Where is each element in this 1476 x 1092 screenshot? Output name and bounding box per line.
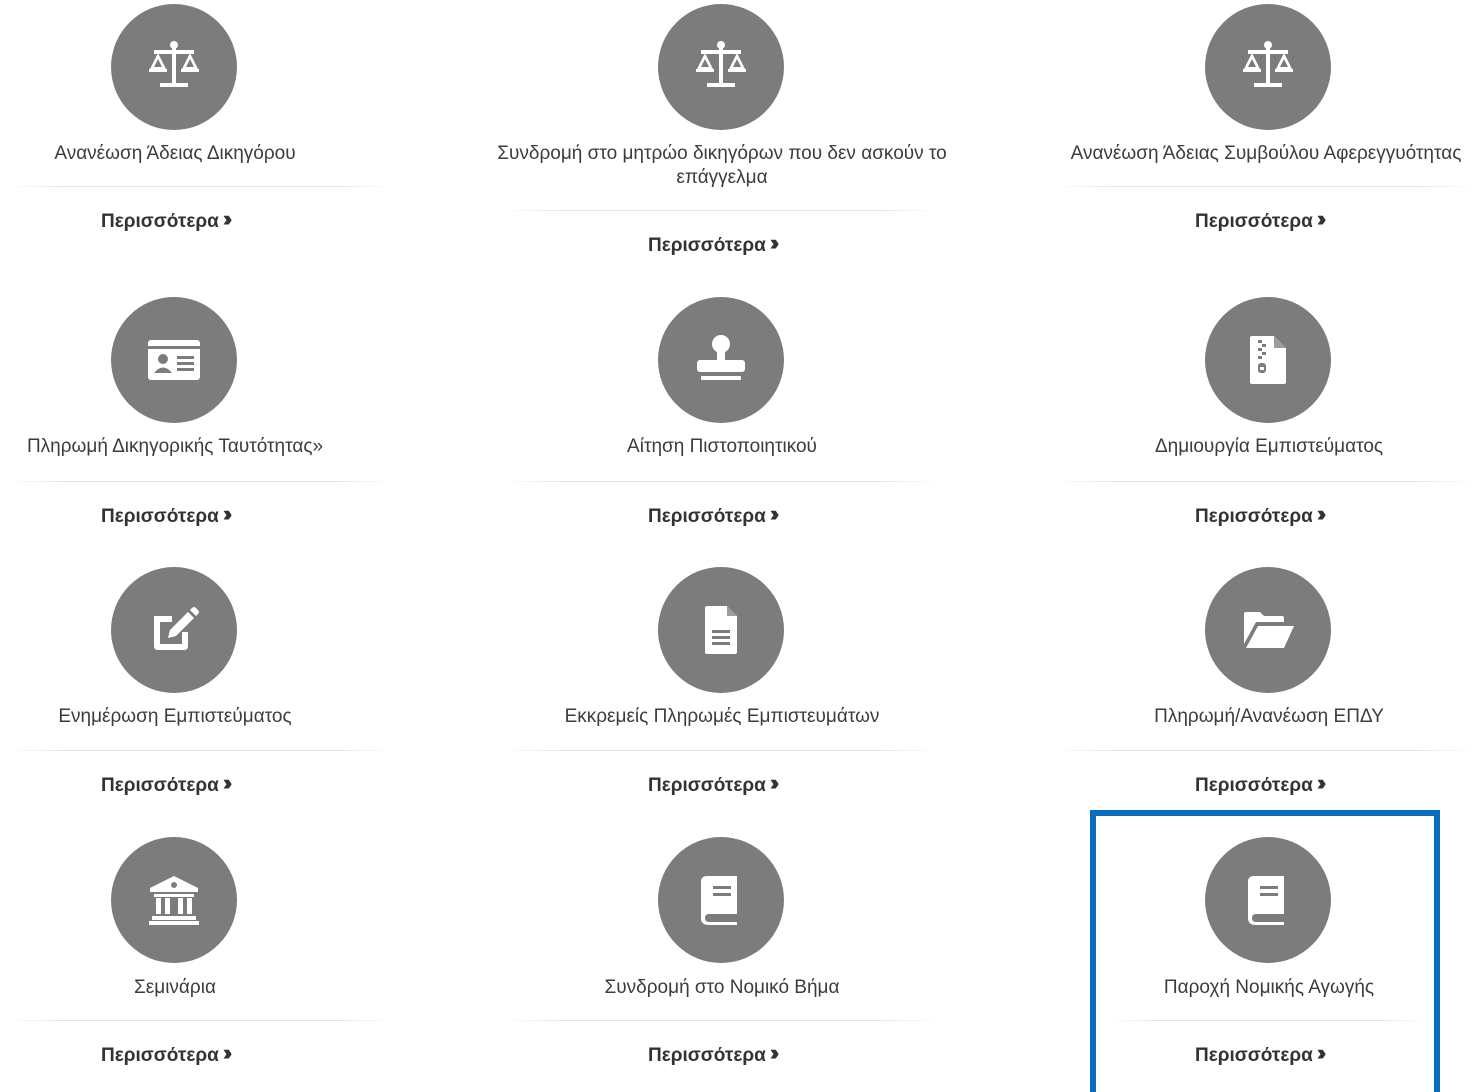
divider [504,210,940,211]
scale-icon[interactable] [111,4,237,130]
service-title: Συνδρομή στο Νομικό Βήμα [604,977,840,998]
double-chevron-right-icon: ›› [769,770,779,795]
double-chevron-right-icon: ›› [769,230,779,255]
service-title: Πληρωμή Δικηγορικής Ταυτότητας» [26,436,324,457]
more-link[interactable]: Περισσότερα ›› [648,230,779,257]
double-chevron-right-icon: ›› [222,770,232,795]
service-title: Πληρωμή/Ανανέωση ΕΠΔΥ [1154,706,1384,727]
more-link[interactable]: Περισσότερα ›› [648,501,779,528]
divider [8,186,392,187]
divider [504,750,940,751]
file-lines-icon[interactable] [658,567,784,693]
service-title: Αίτηση Πιστοποιητικού [627,436,817,457]
more-link[interactable]: Περισσότερα ›› [101,206,232,233]
folder-open-icon[interactable] [1205,567,1331,693]
divider [1056,481,1476,482]
double-chevron-right-icon: ›› [1316,770,1326,795]
divider [1056,750,1476,751]
double-chevron-right-icon: ›› [1316,206,1326,231]
landmark-icon[interactable] [111,837,237,963]
service-title: Εκκρεμείς Πληρωμές Εμπιστευμάτων [564,706,880,727]
edit-icon[interactable] [111,567,237,693]
book-icon[interactable] [658,837,784,963]
selection-highlight [1090,810,1440,1092]
double-chevron-right-icon: ›› [222,501,232,526]
service-title: Σεμινάρια [134,977,216,998]
service-title: Ενημέρωση Εμπιστεύματος [58,706,292,727]
double-chevron-right-icon: ›› [769,501,779,526]
service-title: Ανανέωση Άδειας Δικηγόρου [54,143,296,164]
more-link[interactable]: Περισσότερα ›› [648,770,779,797]
more-link[interactable]: Περισσότερα ›› [101,501,232,528]
id-card-icon[interactable] [111,297,237,423]
double-chevron-right-icon: ›› [222,206,232,231]
divider [1056,186,1476,187]
service-title: Ανανέωση Άδειας Συμβούλου Αφερεγγυότητας [1070,143,1462,164]
more-link[interactable]: Περισσότερα ›› [101,770,232,797]
double-chevron-right-icon: ›› [222,1040,232,1065]
more-link[interactable]: Περισσότερα ›› [1195,770,1326,797]
divider [504,1020,940,1021]
service-title: Δημιουργία Εμπιστεύματος [1154,436,1384,457]
stamp-icon[interactable] [658,297,784,423]
scale-icon[interactable] [658,4,784,130]
more-link[interactable]: Περισσότερα ›› [101,1040,232,1067]
divider [8,750,392,751]
double-chevron-right-icon: ›› [1316,501,1326,526]
more-link[interactable]: Περισσότερα ›› [1195,501,1326,528]
divider [8,481,392,482]
more-link[interactable]: Περισσότερα ›› [648,1040,779,1067]
file-zipper-icon[interactable] [1205,297,1331,423]
scale-icon[interactable] [1205,4,1331,130]
service-title: Συνδρομή στο μητρώο δικηγόρων που δεν ασ… [497,143,947,188]
double-chevron-right-icon: ›› [769,1040,779,1065]
more-link[interactable]: Περισσότερα ›› [1195,206,1326,233]
divider [8,1020,392,1021]
divider [504,481,940,482]
